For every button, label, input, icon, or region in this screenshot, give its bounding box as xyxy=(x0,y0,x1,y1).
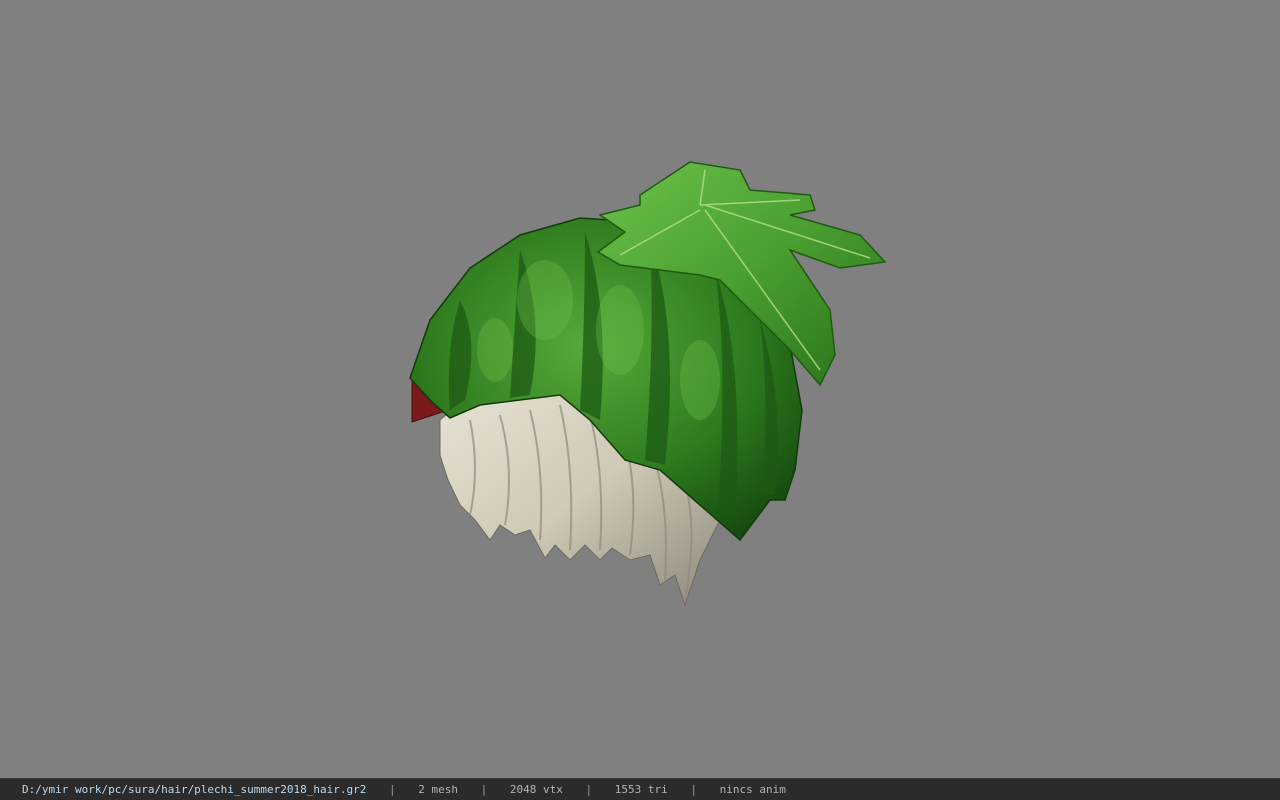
vertex-count: 2048 vtx xyxy=(509,783,563,796)
mesh-count: 2 mesh xyxy=(418,783,458,796)
separator: | xyxy=(480,783,488,796)
separator: | xyxy=(389,783,396,796)
model-viewport[interactable] xyxy=(0,0,1280,778)
separator: | xyxy=(585,783,593,796)
triangle-count: 1553 tri xyxy=(614,783,668,796)
model-render xyxy=(409,161,887,607)
separator: | xyxy=(690,783,697,796)
file-path: D:/ymir work/pc/sura/hair/plechi_summer2… xyxy=(22,783,367,796)
status-bar: D:/ymir work/pc/sura/hair/plechi_summer2… xyxy=(0,778,1280,800)
animation-status: nincs anim xyxy=(719,783,786,796)
